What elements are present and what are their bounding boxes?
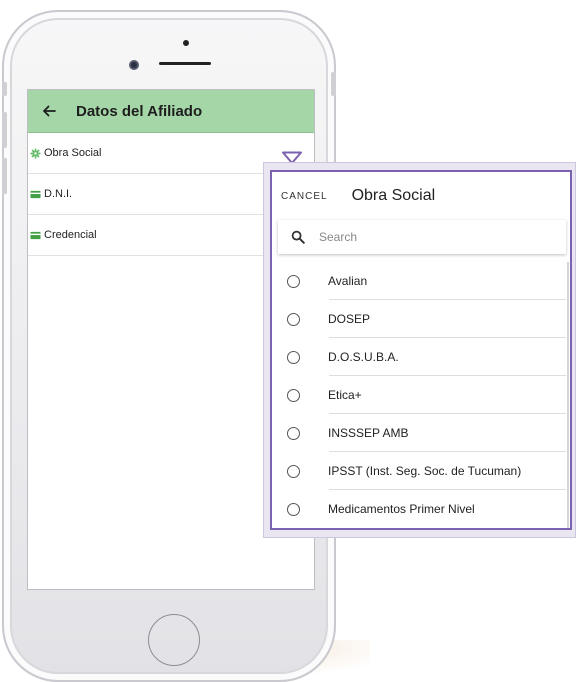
option-dosuba[interactable]: D.O.S.U.B.A. xyxy=(272,338,570,376)
volume-down-button xyxy=(2,158,7,194)
radio-button[interactable] xyxy=(287,426,300,440)
cancel-button[interactable]: CANCEL xyxy=(281,191,328,202)
search-icon xyxy=(291,230,305,244)
option-medicamentos-primer-nivel[interactable]: Medicamentos Primer Nivel xyxy=(272,490,570,528)
search-input[interactable] xyxy=(319,230,519,244)
proximity-sensor xyxy=(183,40,189,46)
dialog-header: CANCEL Obra Social xyxy=(272,172,570,220)
back-arrow-icon[interactable] xyxy=(42,104,56,118)
option-label: DOSEP xyxy=(328,312,371,326)
search-bar[interactable] xyxy=(278,220,566,254)
field-label: D.N.I. xyxy=(44,188,73,200)
volume-up-button xyxy=(2,112,7,148)
options-list: Avalian DOSEP D.O.S.U.B.A. Etica+ INSSSE… xyxy=(272,262,570,528)
id-card-icon xyxy=(30,231,41,239)
option-label: INSSSEP AMB xyxy=(328,426,409,440)
option-avalian[interactable]: Avalian xyxy=(272,262,570,300)
gear-icon xyxy=(30,147,41,159)
option-label: Avalian xyxy=(328,274,368,288)
field-label: Obra Social xyxy=(44,147,102,159)
radio-button[interactable] xyxy=(287,274,300,288)
earpiece-speaker xyxy=(159,62,211,65)
radio-button[interactable] xyxy=(287,350,300,364)
radio-button[interactable] xyxy=(287,388,300,402)
mute-switch xyxy=(2,82,7,96)
option-label: Etica+ xyxy=(328,388,362,402)
option-ipsst[interactable]: IPSST (Inst. Seg. Soc. de Tucuman) xyxy=(272,452,570,490)
radio-button[interactable] xyxy=(287,502,300,516)
app-bar: Datos del Afiliado xyxy=(28,90,314,133)
id-card-icon xyxy=(30,190,41,198)
option-label: D.O.S.U.B.A. xyxy=(328,350,399,364)
page-title: Datos del Afiliado xyxy=(76,102,203,120)
field-label: Credencial xyxy=(44,229,97,241)
option-etica[interactable]: Etica+ xyxy=(272,376,570,414)
radio-button[interactable] xyxy=(287,464,300,478)
home-button[interactable] xyxy=(148,614,200,666)
front-camera xyxy=(129,60,139,70)
power-button xyxy=(331,72,336,96)
option-insssep-amb[interactable]: INSSSEP AMB xyxy=(272,414,570,452)
dialog-title: Obra Social xyxy=(351,187,436,204)
obra-social-picker: CANCEL Obra Social Avalian DOSEP D.O.S.U… xyxy=(270,170,572,530)
option-label: IPSST (Inst. Seg. Soc. de Tucuman) xyxy=(328,464,522,478)
option-label: Medicamentos Primer Nivel xyxy=(328,502,475,516)
radio-button[interactable] xyxy=(287,312,300,326)
option-dosep[interactable]: DOSEP xyxy=(272,300,570,338)
